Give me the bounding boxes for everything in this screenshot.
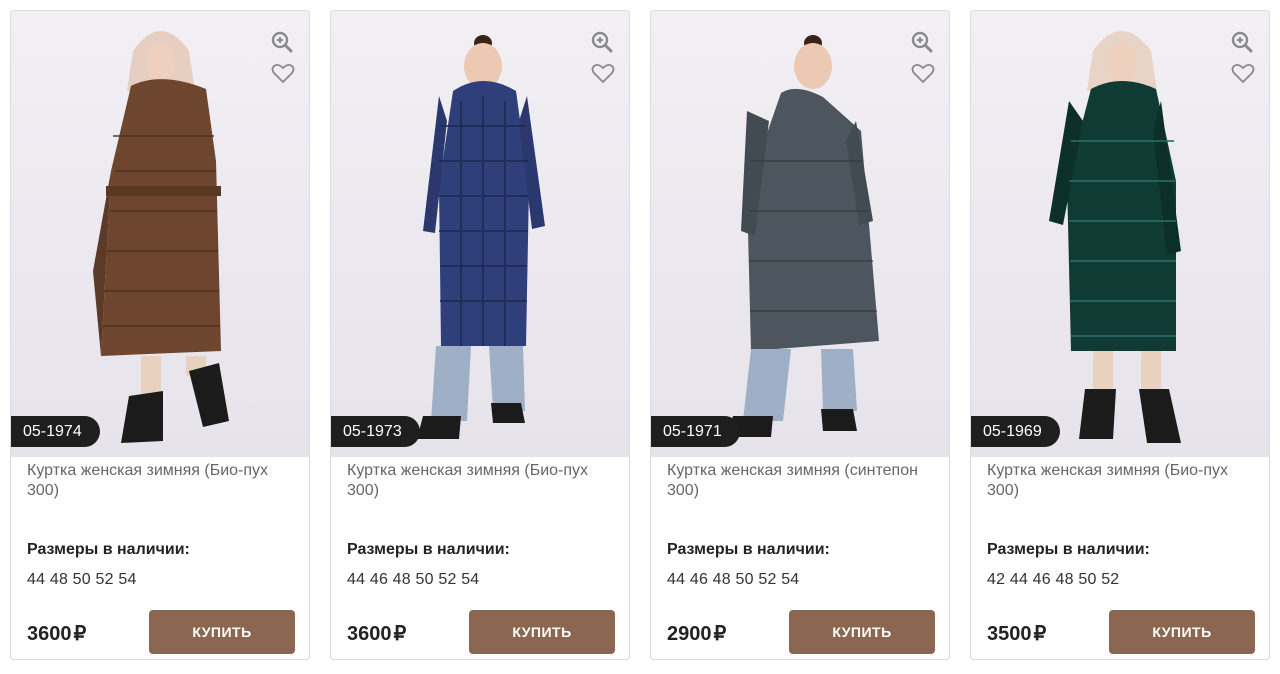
price-value: 3600 [27,623,72,645]
currency-symbol: ₽ [1033,623,1047,645]
product-card: 05-1974 Куртка женская зимняя (Био-пух 3… [10,10,310,660]
sizes-label: Размеры в наличии: [347,541,510,558]
product-card: 05-1969 Куртка женская зимняя (Био-пух 3… [970,10,1270,660]
zoom-in-icon[interactable] [911,31,933,53]
buy-button[interactable]: КУПИТЬ [149,610,295,654]
product-title[interactable]: Куртка женская зимняя (Био-пух 300) [347,461,607,501]
sku-badge: 05-1973 [331,416,420,447]
sizes-list: 44 46 48 50 52 54 [667,571,800,588]
product-title[interactable]: Куртка женская зимняя (Био-пух 300) [987,461,1247,501]
sku-badge: 05-1971 [651,416,740,447]
product-grid: 05-1974 Куртка женская зимняя (Био-пух 3… [10,10,1272,660]
model-coat-image [727,35,879,437]
sizes-list: 42 44 46 48 50 52 [987,571,1120,588]
sizes-label: Размеры в наличии: [667,541,830,558]
price: 2900 ₽ [667,621,726,646]
product-title[interactable]: Куртка женская зимняя (Био-пух 300) [27,461,287,501]
price: 3600 ₽ [347,621,406,646]
buy-button[interactable]: КУПИТЬ [469,610,615,654]
model-coat-image [93,31,229,443]
heart-icon[interactable] [1231,62,1255,84]
zoom-in-icon[interactable] [1231,31,1253,53]
model-coat-image [1049,31,1181,443]
zoom-in-icon[interactable] [271,31,293,53]
product-photo[interactable]: 05-1969 [971,11,1269,457]
model-coat-image [417,35,545,439]
product-card: 05-1973 Куртка женская зимняя (Био-пух 3… [330,10,630,660]
sku-badge: 05-1969 [971,416,1060,447]
price: 3500 ₽ [987,621,1046,646]
sku-badge: 05-1974 [11,416,100,447]
price-value: 3600 [347,623,392,645]
sizes-label: Размеры в наличии: [987,541,1150,558]
currency-symbol: ₽ [713,623,727,645]
currency-symbol: ₽ [393,623,407,645]
sizes-list: 44 46 48 50 52 54 [347,571,480,588]
buy-button[interactable]: КУПИТЬ [789,610,935,654]
buy-button[interactable]: КУПИТЬ [1109,610,1255,654]
heart-icon[interactable] [911,62,935,84]
product-photo[interactable]: 05-1971 [651,11,949,457]
product-photo[interactable]: 05-1974 [11,11,309,457]
currency-symbol: ₽ [73,623,87,645]
heart-icon[interactable] [591,62,615,84]
price-value: 3500 [987,623,1032,645]
product-title[interactable]: Куртка женская зимняя (синтепон 300) [667,461,927,501]
sizes-label: Размеры в наличии: [27,541,190,558]
price-value: 2900 [667,623,712,645]
heart-icon[interactable] [271,62,295,84]
price: 3600 ₽ [27,621,86,646]
zoom-in-icon[interactable] [591,31,613,53]
product-card: 05-1971 Куртка женская зимняя (синтепон … [650,10,950,660]
sizes-list: 44 48 50 52 54 [27,571,137,588]
product-photo[interactable]: 05-1973 [331,11,629,457]
